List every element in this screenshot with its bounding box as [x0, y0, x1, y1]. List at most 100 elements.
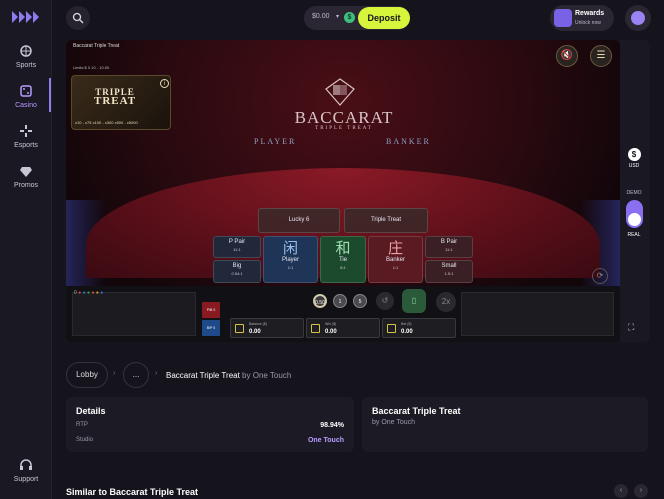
game-card-title: Baccarat Triple Treat — [372, 406, 461, 416]
small-label: Small — [441, 263, 457, 269]
wallet-balance[interactable]: $0.00 — [312, 13, 330, 20]
tie-label: Tie — [338, 257, 348, 263]
player-bet[interactable]: 闲 Player 1:1 — [263, 236, 318, 283]
win-value: 0.00 — [325, 329, 337, 335]
sidebar-item-label: Casino — [15, 102, 37, 109]
small-bet[interactable]: Small 1.5:1 — [425, 260, 473, 283]
win-box: Win ($) 0.00 — [306, 318, 380, 338]
studio-link[interactable]: One Touch — [308, 437, 344, 444]
player-prediction[interactable]: B/P 0 — [202, 320, 220, 336]
banker-bet[interactable]: 庄 Banker 1:1 — [368, 236, 423, 283]
b-pair-odds: 11:1 — [445, 247, 453, 252]
promo-multipliers: x10 - x75 x100 - x300 x500 - x5000 — [75, 120, 138, 125]
player-label: Player — [281, 257, 299, 263]
player-odds: 1:1 — [287, 265, 294, 270]
support-button[interactable]: Support — [0, 458, 52, 483]
sidebar-item-label: Esports — [14, 142, 38, 149]
search-icon — [72, 12, 84, 24]
breadcrumb-more[interactable]: ... — [123, 362, 149, 388]
big-label: Big — [232, 263, 242, 269]
tie-glyph: 和 — [335, 239, 351, 257]
chip[interactable]: 5 — [353, 294, 367, 308]
player-glyph: 闲 — [282, 239, 298, 257]
tag-p-label: P/B 0 — [206, 308, 216, 312]
details-card: Details RTP 98.94% Studio One Touch — [66, 397, 354, 452]
history-button[interactable]: ⟳ — [592, 268, 608, 284]
user-icon — [631, 11, 645, 25]
breadcrumb-lobby[interactable]: Lobby — [66, 362, 108, 388]
tie-bet[interactable]: 和 Tie 8:1 — [320, 236, 366, 283]
demo-real-toggle[interactable] — [626, 200, 643, 228]
chip-selected[interactable]: 0.50 — [313, 294, 327, 308]
road-count: 0 — [74, 290, 77, 296]
p-pair-bet[interactable]: P Pair 11:1 — [213, 236, 261, 258]
top-bar: $0.00 ▾ $ Deposit Rewards Unlock now — [52, 0, 664, 36]
rewards-button[interactable]: Rewards Unlock now — [550, 5, 614, 31]
chip-value: 0.50 — [315, 300, 325, 306]
big-road — [461, 292, 614, 336]
sidebar-item-sports[interactable]: Sports — [0, 44, 52, 69]
currency-icon: $ — [344, 12, 355, 23]
chevron-right-icon: › — [639, 487, 643, 494]
undo-button[interactable]: ↺ — [376, 292, 394, 310]
bet-box: Bet ($) 0.00 — [382, 318, 456, 338]
sidebar: Sports Casino Esports Promos Support — [0, 0, 52, 499]
deposit-button[interactable]: Deposit — [358, 7, 410, 29]
wallet: $0.00 ▾ $ Deposit — [304, 6, 410, 30]
banker-side-label: BANKER — [386, 137, 431, 146]
fullscreen-icon[interactable]: ⛶ — [628, 322, 634, 333]
b-pair-bet[interactable]: B Pair 11:1 — [425, 236, 473, 258]
win-label: Win ($) — [325, 322, 337, 326]
sidebar-item-esports[interactable]: Esports — [0, 124, 52, 149]
triple-treat-bet[interactable]: Triple Treat — [344, 208, 428, 233]
rewards-title: Rewards — [575, 10, 605, 17]
brand-logo[interactable] — [10, 9, 40, 25]
game-frame[interactable]: Baccarat Triple Treat Limits $ 0.10 - 10… — [66, 40, 620, 342]
support-label: Support — [13, 476, 39, 483]
info-icon[interactable]: i — [160, 79, 169, 88]
p-pair-label: P Pair — [228, 239, 246, 245]
big-bet[interactable]: Big 0.54:1 — [213, 260, 261, 283]
search-button[interactable] — [66, 6, 90, 30]
undo-icon: ↺ — [381, 296, 389, 305]
rtp-value: 98.94% — [320, 422, 344, 429]
chip[interactable]: 1 — [333, 294, 347, 308]
chip-icon — [387, 324, 396, 333]
promo-banner[interactable]: TRIPLE TREAT x10 - x75 x100 - x300 x500 … — [71, 75, 171, 130]
sidebar-item-promos[interactable]: Promos — [0, 164, 52, 189]
cards-icon: ▯ — [411, 296, 417, 305]
lucky6-bet[interactable]: Lucky 6 — [258, 208, 340, 233]
demo-label: DEMO — [626, 190, 642, 196]
deal-button[interactable]: ▯ — [402, 289, 426, 313]
balance-label: Balance ($) — [249, 322, 267, 326]
tie-odds: 8:1 — [340, 265, 346, 270]
sidebar-item-label: Sports — [15, 62, 37, 69]
big-odds: 0.54:1 — [231, 271, 243, 276]
bet-value: 0.00 — [401, 329, 413, 335]
chevron-right-icon: › — [113, 370, 116, 377]
game-title: Baccarat Triple Treat — [73, 43, 120, 49]
double-button[interactable]: 2x — [436, 292, 456, 312]
menu-button[interactable]: ☰ — [590, 45, 612, 67]
lucky6-label: Lucky 6 — [288, 217, 310, 223]
breadcrumb-current-title: Baccarat Triple Treat — [166, 371, 240, 380]
road-summary: 0 ● ● ● ● ● ● — [74, 290, 104, 296]
triple-treat-label: Triple Treat — [370, 217, 402, 223]
gem-icon — [20, 167, 32, 177]
breadcrumb-current: Baccarat Triple Treat by One Touch — [166, 371, 291, 380]
banker-prediction[interactable]: P/B 0 — [202, 302, 220, 318]
chevron-down-icon[interactable]: ▾ — [336, 13, 339, 20]
similar-heading: Similar to Baccarat Triple Treat — [66, 487, 199, 497]
p-pair-odds: 11:1 — [233, 247, 241, 252]
mute-button[interactable]: 🔇 — [556, 45, 578, 67]
sidebar-item-casino[interactable]: Casino — [0, 84, 52, 109]
currency-selector[interactable]: $ USD — [624, 148, 644, 169]
prev-button[interactable]: ‹ — [614, 484, 628, 498]
real-label: REAL — [627, 232, 641, 238]
next-button[interactable]: › — [634, 484, 648, 498]
bet-label: Bet ($) — [401, 322, 412, 326]
esports-icon — [20, 125, 32, 137]
avatar[interactable] — [625, 5, 651, 31]
promo-title: TRIPLE TREAT — [94, 88, 136, 107]
bead-road — [72, 292, 196, 336]
